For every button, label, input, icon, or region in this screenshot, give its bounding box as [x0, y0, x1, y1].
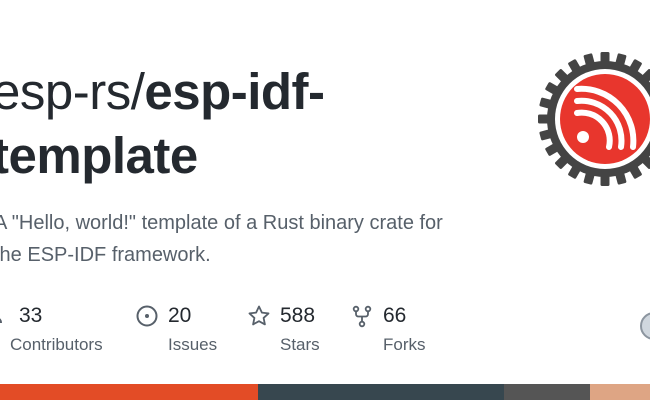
stat-stars-label: Stars	[280, 335, 320, 354]
repo-description: A "Hello, world!" template of a Rust bin…	[0, 207, 494, 271]
language-bar	[0, 384, 650, 400]
stat-stars-value: 588	[280, 304, 316, 327]
stat-issues-value: 20	[168, 304, 192, 327]
repo-owner[interactable]: esp-rs/	[0, 63, 145, 120]
repo-name-line1[interactable]: esp-idf-	[144, 63, 325, 120]
language-segment	[258, 384, 504, 400]
espressif-logo	[536, 50, 650, 188]
repo-description-line1: A "Hello, world!" template of a Rust bin…	[0, 212, 443, 234]
repo-name-line2[interactable]: template	[0, 127, 198, 184]
stat-forks[interactable]: 66 Forks	[350, 300, 426, 360]
fork-icon	[350, 304, 374, 328]
issue-icon	[135, 304, 159, 328]
language-segment	[590, 384, 650, 400]
stat-forks-value: 66	[383, 304, 407, 327]
stat-forks-label: Forks	[383, 335, 426, 354]
stat-stars[interactable]: 588 Stars	[247, 300, 320, 360]
repo-title: esp-rs/esp-idf- template	[0, 60, 325, 188]
stat-contributors-value: 33	[19, 304, 43, 327]
repo-description-line2: the ESP-IDF framework.	[0, 244, 211, 266]
language-segment	[504, 384, 590, 400]
stat-contributors[interactable]: 33 Contributors	[0, 300, 103, 360]
language-segment	[0, 384, 258, 400]
stat-issues-label: Issues	[168, 335, 218, 354]
star-icon	[247, 304, 271, 328]
people-icon	[0, 304, 10, 328]
stat-contributors-label: Contributors	[10, 335, 103, 354]
stat-issues[interactable]: 20 Issues	[135, 300, 217, 360]
repo-stats: 33 Contributors 20 Issues 588 Stars 66 F…	[0, 300, 650, 360]
